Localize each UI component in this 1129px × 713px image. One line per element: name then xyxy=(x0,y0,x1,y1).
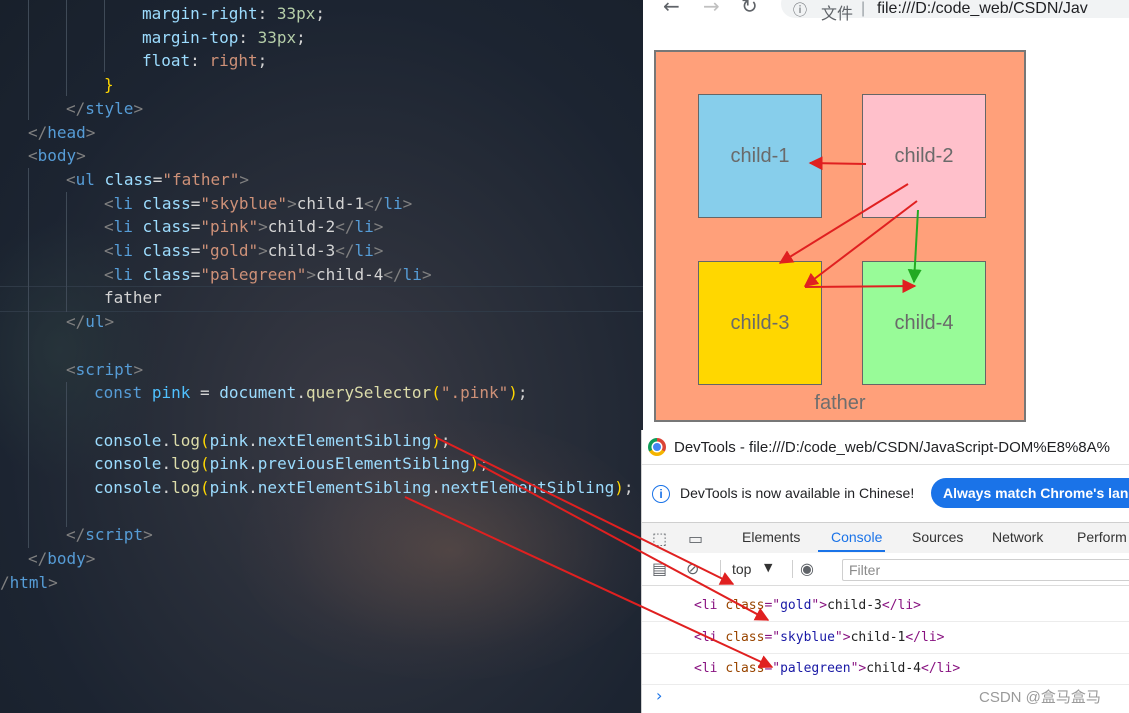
code-editor[interactable]: margin-right: 33px; margin-top: 33px; floa… xyxy=(0,0,643,713)
watermark: CSDN @盒马盒马 xyxy=(979,689,1101,706)
forward-icon[interactable]: → xyxy=(703,0,720,18)
indent-guide xyxy=(104,0,105,72)
log-text: child-4 xyxy=(866,661,922,676)
child-1-box: child-1 xyxy=(698,94,822,218)
browser-window: ← → ↻ ⓘ 文件 | file:///D:/code_web/CSDN/Ja… xyxy=(643,0,1129,430)
father-box: child-1 child-2 child-3 child-4 father xyxy=(654,50,1026,422)
devtools-title: DevTools - file:///D:/code_web/CSDN/Java… xyxy=(674,439,1110,456)
devtools-window: DevTools - file:///D:/code_web/CSDN/Java… xyxy=(641,430,1129,713)
console-log-row[interactable]: <li class="gold">child-3</li> xyxy=(642,590,1129,622)
indent-guide xyxy=(66,382,67,527)
code-line[interactable]: father xyxy=(104,286,162,310)
log-class: gold xyxy=(780,598,812,613)
code-line[interactable]: console.log(pink.previousElementSibling)… xyxy=(94,452,489,476)
indent-guide xyxy=(66,192,67,312)
code-line[interactable]: <li class="palegreen">child-4</li> xyxy=(104,263,432,287)
code-line[interactable]: <body> xyxy=(28,144,86,168)
console-sidebar-icon[interactable]: ▤ xyxy=(652,559,667,578)
code-line[interactable]: </ul> xyxy=(66,310,114,334)
code-line[interactable]: float: right; xyxy=(142,49,267,73)
code-line[interactable]: </body> xyxy=(28,547,95,571)
address-label: 文件 xyxy=(821,6,854,23)
indent-guide xyxy=(66,0,67,96)
child-4-box: child-4 xyxy=(862,261,986,385)
log-text: child-3 xyxy=(827,598,882,613)
code-line[interactable]: <li class="gold">child-3</li> xyxy=(104,239,383,263)
code-line[interactable]: /html> xyxy=(0,571,58,595)
current-line-highlight xyxy=(0,286,643,312)
eye-icon[interactable]: ◉ xyxy=(800,559,814,578)
console-log-row[interactable]: <li class="palegreen">child-4</li> xyxy=(642,653,1129,685)
chrome-logo-icon xyxy=(648,438,666,456)
language-message: DevTools is now available in Chinese! xyxy=(680,485,915,501)
child-3-label: child-3 xyxy=(730,311,790,334)
code-line[interactable]: margin-right: 33px; xyxy=(142,2,325,26)
indent-guide xyxy=(28,168,29,548)
devtools-tabs: ⬚ ▭ Elements Console Sources Network Per… xyxy=(642,522,1129,554)
back-icon[interactable]: ← xyxy=(663,0,680,18)
code-line[interactable]: <li class="pink">child-2</li> xyxy=(104,215,383,239)
code-line[interactable]: </script> xyxy=(66,523,153,547)
device-toolbar-icon[interactable]: ▭ xyxy=(688,529,703,548)
context-selector[interactable]: top xyxy=(732,561,751,577)
filter-input[interactable]: Filter xyxy=(842,559,1129,581)
language-infobar: i DevTools is now available in Chinese! … xyxy=(642,464,1129,523)
tab-network[interactable]: Network xyxy=(992,529,1043,545)
address-bar[interactable]: ⓘ 文件 | file:///D:/code_web/CSDN/Jav xyxy=(781,0,1129,23)
code-line[interactable]: </style> xyxy=(66,97,143,121)
child-3-box: child-3 xyxy=(698,261,822,385)
tab-sources[interactable]: Sources xyxy=(912,529,963,545)
log-class: palegreen xyxy=(780,661,851,676)
browser-navbar: ← → ↻ ⓘ 文件 | file:///D:/code_web/CSDN/Ja… xyxy=(643,0,1129,23)
clear-console-icon[interactable]: ⊘ xyxy=(686,559,699,578)
father-label: father xyxy=(814,392,866,414)
devtools-titlebar: DevTools - file:///D:/code_web/CSDN/Java… xyxy=(642,430,1129,464)
code-line[interactable]: console.log(pink.nextElementSibling); xyxy=(94,429,450,453)
tab-performance[interactable]: Perform xyxy=(1077,529,1127,545)
code-line[interactable]: console.log(pink.nextElementSibling.next… xyxy=(94,476,634,500)
code-line[interactable]: <ul class="father"> xyxy=(66,168,249,192)
toolbar-divider xyxy=(792,560,793,578)
child-4-label: child-4 xyxy=(894,311,954,334)
address-separator: | xyxy=(861,0,866,17)
tab-console[interactable]: Console xyxy=(831,529,882,545)
inspect-element-icon[interactable]: ⬚ xyxy=(652,529,667,548)
code-line[interactable]: <script> xyxy=(66,358,143,382)
toolbar-divider xyxy=(720,560,721,578)
code-line[interactable]: margin-top: 33px; xyxy=(142,26,306,50)
chevron-down-icon[interactable]: ▼ xyxy=(764,561,772,574)
code-line[interactable]: </head> xyxy=(28,121,95,145)
child-2-box: child-2 xyxy=(862,94,986,218)
site-info-icon[interactable]: ⓘ xyxy=(793,0,807,20)
tab-elements[interactable]: Elements xyxy=(742,529,800,545)
console-toolbar: ▤ ⊘ top ▼ ◉ Filter xyxy=(642,553,1129,586)
child-2-label: child-2 xyxy=(894,144,954,167)
filter-placeholder: Filter xyxy=(849,562,881,578)
address-url[interactable]: file:///D:/code_web/CSDN/Jav xyxy=(877,0,1088,18)
console-log-row[interactable]: <li class="skyblue">child-1</li> xyxy=(642,622,1129,654)
code-line[interactable]: } xyxy=(104,73,114,97)
log-class: skyblue xyxy=(780,630,835,645)
code-line[interactable]: const pink = document.querySelector(".pi… xyxy=(94,381,528,405)
active-tab-indicator xyxy=(818,550,885,552)
log-text: child-1 xyxy=(850,630,906,645)
info-icon: i xyxy=(652,485,670,503)
console-prompt-icon[interactable]: › xyxy=(656,686,662,705)
always-match-language-button[interactable]: Always match Chrome's lang xyxy=(931,478,1129,508)
child-1-label: child-1 xyxy=(730,144,790,167)
indent-guide xyxy=(28,0,29,120)
reload-icon[interactable]: ↻ xyxy=(741,0,758,18)
code-line[interactable]: <li class="skyblue">child-1</li> xyxy=(104,192,412,216)
